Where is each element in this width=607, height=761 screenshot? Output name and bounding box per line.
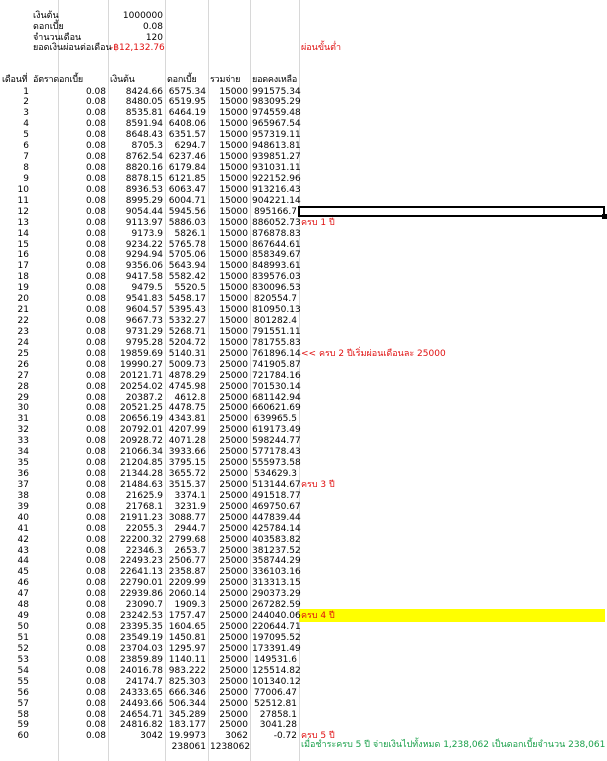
header-total-paid: รวมจ่าย [210, 75, 241, 85]
total-interest: 238061 [171, 742, 206, 752]
balance-cell[interactable]: -0.72 [250, 730, 299, 742]
principal-cell[interactable]: 3042 [108, 730, 165, 742]
rate-cell[interactable]: 0.08 [31, 730, 108, 742]
note-cell[interactable]: << ครบ 2 ปีเริ่มผ่อนเดือนละ 25000 [299, 348, 599, 360]
note-cell[interactable]: ครบ 1 ปี [299, 217, 599, 229]
note-cell[interactable]: ครบ 4 ปี [299, 610, 599, 622]
param-value-payment[interactable]: -฿12,132.76 [108, 42, 165, 54]
spreadsheet[interactable]: เงินต้น 1000000 ดอกเบี้ย 0.08 จำนวนเดือน… [0, 0, 607, 761]
header-interest: ดอกเบี้ย [167, 75, 197, 85]
header-rate: อัตราดอกเบี้ย [33, 75, 83, 85]
header-principal: เงินต้น [110, 75, 135, 85]
month-cell[interactable]: 60 [0, 730, 31, 742]
fill-handle[interactable] [602, 214, 607, 219]
param-label-payment: ยอดเงินผ่อนต่อเดือน [33, 43, 112, 53]
selected-cell[interactable] [298, 206, 605, 217]
min-payment-note: ผ่อนขั้นต่ำ [301, 43, 342, 53]
summary-note: เมื่อชำระครบ 5 ปี จ่ายเงินไปทั้งหมด 1,23… [301, 740, 606, 750]
header-balance: ยอดคงเหลือ [252, 75, 298, 85]
header-month: เดือนที่ [2, 75, 28, 85]
note-cell[interactable]: ครบ 3 ปี [299, 479, 599, 491]
total-paid: 1238062 [210, 742, 251, 752]
